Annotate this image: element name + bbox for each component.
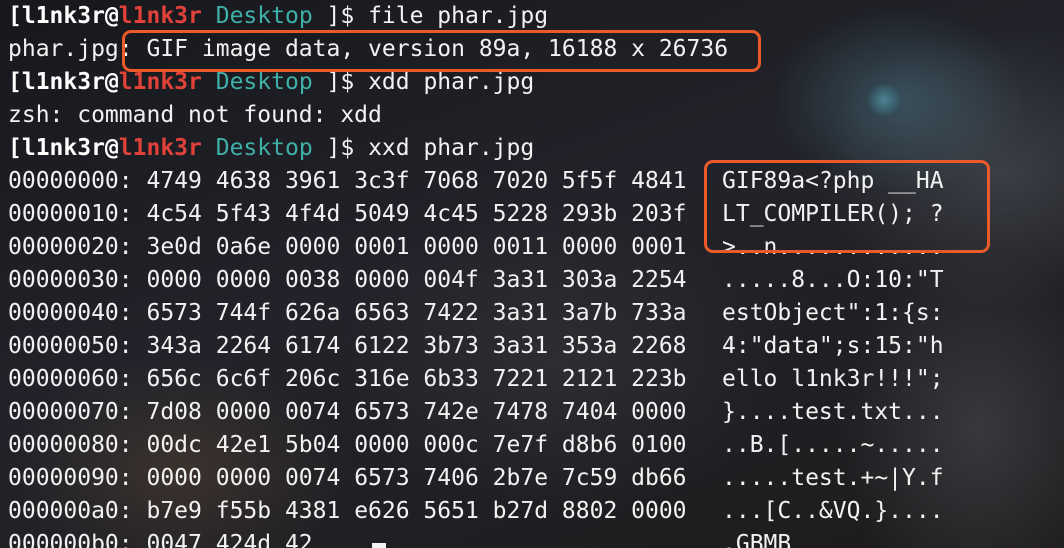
hex-offset: 00000070:	[8, 399, 133, 425]
prompt-user: [l1nk3r@	[8, 69, 119, 95]
hex-offset: 000000a0:	[8, 498, 133, 524]
error-output: zsh: command not found: xdd	[8, 102, 382, 128]
prompt-tail: ]$	[312, 69, 369, 95]
text-cursor	[372, 543, 386, 548]
hex-ascii: 4:"data";s:15:"h	[722, 333, 944, 359]
hex-bytes: 4749 4638 3961 3c3f 7068 7020 5f5f 4841	[146, 168, 687, 194]
prompt-directory: Desktop	[215, 135, 313, 161]
hex-bytes: 7d08 0000 0074 6573 742e 7478 7404 0000	[146, 399, 687, 425]
hex-bytes: 00dc 42e1 5b04 0000 000c 7e7f d8b6 0100	[146, 432, 687, 458]
hex-offset: 00000050:	[8, 333, 133, 359]
hex-offset: 00000030:	[8, 267, 133, 293]
hexdump-row: 00000060: 656c 6c6f 206c 316e 6b33 7221 …	[8, 363, 1058, 396]
hex-offset: 00000090:	[8, 465, 133, 491]
command-text: file phar.jpg	[368, 3, 549, 29]
hex-offset: 00000080:	[8, 432, 133, 458]
hex-offset: 00000020:	[8, 234, 133, 260]
hex-ascii: estObject":1:{s:	[722, 300, 944, 326]
hexdump-row: 00000050: 343a 2264 6174 6122 3b73 3a31 …	[8, 330, 1058, 363]
hex-offset: 00000040:	[8, 300, 133, 326]
hexdump-row: 00000040: 6573 744f 626a 6563 7422 3a31 …	[8, 297, 1058, 330]
prompt-host: l1nk3r	[118, 3, 202, 29]
output-filename: phar.jpg	[8, 36, 119, 62]
hex-bytes: 4c54 5f43 4f4d 5049 4c45 5228 293b 203f	[146, 201, 687, 227]
hex-bytes: 0000 0000 0074 6573 7406 2b7e 7c59 db66	[146, 465, 687, 491]
hex-offset: 00000000:	[8, 168, 133, 194]
hex-offset: 00000060:	[8, 366, 133, 392]
hex-offset: 000000b0:	[8, 531, 133, 548]
prompt-host: l1nk3r	[118, 135, 202, 161]
hex-ascii: .GBMB	[722, 531, 792, 548]
hex-bytes: 0000 0000 0038 0000 004f 3a31 303a 2254	[146, 267, 687, 293]
hexdump-row: 000000b0: 0047 424d 42 .GBMB	[8, 528, 1058, 548]
prompt-directory: Desktop	[215, 3, 313, 29]
prompt-user: [l1nk3r@	[8, 3, 119, 29]
hex-bytes: b7e9 f55b 4381 e626 5651 b27d 8802 0000	[146, 498, 687, 524]
hex-bytes: 656c 6c6f 206c 316e 6b33 7221 2121 223b	[146, 366, 687, 392]
hex-offset: 00000010:	[8, 201, 133, 227]
hex-bytes: 3e0d 0a6e 0000 0001 0000 0011 0000 0001	[146, 234, 687, 260]
prompt-directory: Desktop	[215, 69, 313, 95]
hex-ascii: }....test.txt...	[722, 399, 944, 425]
hexdump-row: 00000080: 00dc 42e1 5b04 0000 000c 7e7f …	[8, 429, 1058, 462]
file-type-highlight-box	[122, 30, 761, 72]
hex-bytes: 343a 2264 6174 6122 3b73 3a31 353a 2268	[146, 333, 687, 359]
prompt-user: [l1nk3r@	[8, 135, 119, 161]
hex-ascii: .....8...O:10:"T	[722, 267, 944, 293]
terminal-window[interactable]: [l1nk3r@l1nk3r Desktop ]$ file phar.jpg …	[8, 0, 1058, 548]
prompt-line: [l1nk3r@l1nk3r Desktop ]$ file phar.jpg	[8, 0, 1058, 33]
hex-bytes: 0047 424d 42	[146, 531, 313, 548]
hexdump-row: 00000030: 0000 0000 0038 0000 004f 3a31 …	[8, 264, 1058, 297]
hex-bytes: 6573 744f 626a 6563 7422 3a31 3a7b 733a	[146, 300, 687, 326]
hex-ascii: .....test.+~|Y.f	[722, 465, 944, 491]
php-stub-highlight-box	[704, 160, 990, 253]
hex-ascii: ...[C..&VQ.}....	[722, 498, 944, 524]
hexdump-row: 00000070: 7d08 0000 0074 6573 742e 7478 …	[8, 396, 1058, 429]
hexdump-row: 000000a0: b7e9 f55b 4381 e626 5651 b27d …	[8, 495, 1058, 528]
hexdump-row: 00000090: 0000 0000 0074 6573 7406 2b7e …	[8, 462, 1058, 495]
prompt-tail: ]$	[312, 135, 369, 161]
hex-ascii: ..B.[.....~.....	[722, 432, 944, 458]
prompt-host: l1nk3r	[118, 69, 202, 95]
hex-ascii: ello l1nk3r!!!";	[722, 366, 944, 392]
prompt-tail: ]$	[312, 3, 369, 29]
command-text: xxd phar.jpg	[368, 135, 535, 161]
command-text: xdd phar.jpg	[368, 69, 535, 95]
